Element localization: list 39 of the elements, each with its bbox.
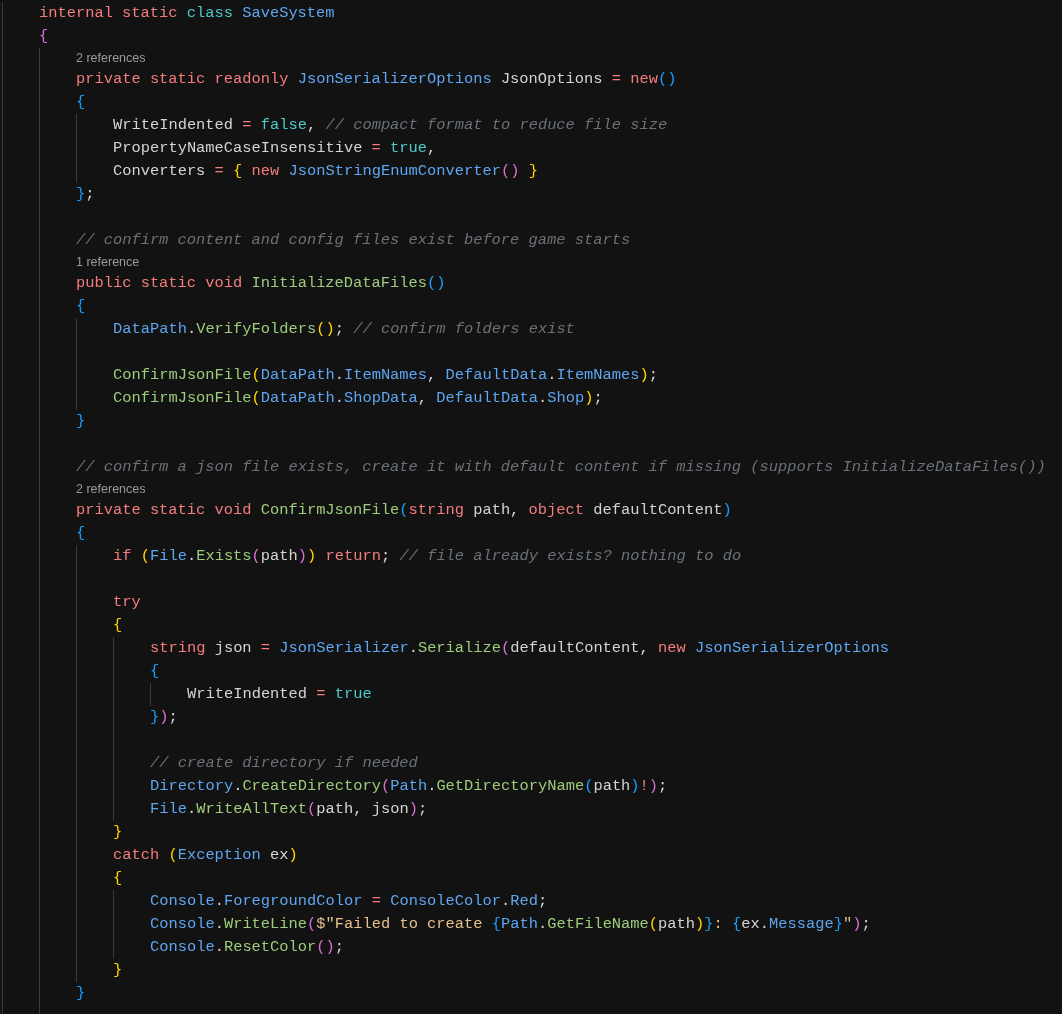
code-line: File.WriteAllText(path, json); (150, 799, 428, 820)
code-line: } (113, 822, 123, 843)
code-line: catch (Exception ex) (113, 845, 298, 866)
code-line: { (113, 615, 123, 636)
code-line: private static readonly JsonSerializerOptions JsonOptions = new() (76, 69, 677, 90)
references-label[interactable]: 2 references (76, 48, 146, 68)
code-line: ConfirmJsonFile(DataPath.ItemNames, DefaultData.ItemNames); (113, 365, 659, 386)
code-line: Directory.CreateDirectory(Path.GetDirectoryName(path)!); (150, 776, 668, 797)
code-line: WriteIndented = true (187, 684, 372, 705)
code-line: private static void ConfirmJsonFile(string path, object defaultContent) (76, 500, 732, 521)
code-line: { (113, 868, 123, 889)
code-line: { (150, 661, 160, 682)
code-line: // confirm a json file exists, create it with default content if missing (supports InitializeDataFiles()) (76, 457, 1046, 478)
code-line: string json = JsonSerializer.Serialize(defaultContent, new JsonSerializerOptions (150, 638, 889, 659)
code-line: } (113, 960, 123, 981)
code-line: }); (150, 707, 178, 728)
code-line: Console.WriteLine($"Failed to create {Path.GetFileName(path)}: {ex.Message}"); (150, 914, 871, 935)
code-line: // create directory if needed (150, 753, 418, 774)
code-line: internal static class SaveSystem (39, 3, 335, 24)
code-line: WriteIndented = false, // compact format to reduce file size (113, 115, 668, 136)
code-line: ConfirmJsonFile(DataPath.ShopData, DefaultData.Shop); (113, 388, 603, 409)
code-line: { (76, 523, 86, 544)
code-line: if (File.Exists(path)) return; // file already exists? nothing to do (113, 546, 742, 567)
code-line: try (113, 592, 141, 613)
references-label[interactable]: 2 references (76, 479, 146, 499)
code-line: { (39, 26, 49, 47)
code-line: { (76, 296, 86, 317)
code-line: { (76, 92, 86, 113)
code-line: } (76, 411, 86, 432)
code-line: DataPath.VerifyFolders(); // confirm folders exist (113, 319, 575, 340)
references-label[interactable]: 1 reference (76, 252, 140, 272)
code-line: Console.ForegroundColor = ConsoleColor.Red; (150, 891, 548, 912)
code-line: Console.ResetColor(); (150, 937, 344, 958)
code-line: // confirm content and config files exist before game starts (76, 230, 631, 251)
code-line: PropertyNameCaseInsensitive = true, (113, 138, 437, 159)
code-line: Converters = { new JsonStringEnumConverter() } (113, 161, 538, 182)
code-line: public static void InitializeDataFiles() (76, 273, 446, 294)
code-line: } (76, 983, 86, 1004)
code-line: }; (76, 184, 95, 205)
